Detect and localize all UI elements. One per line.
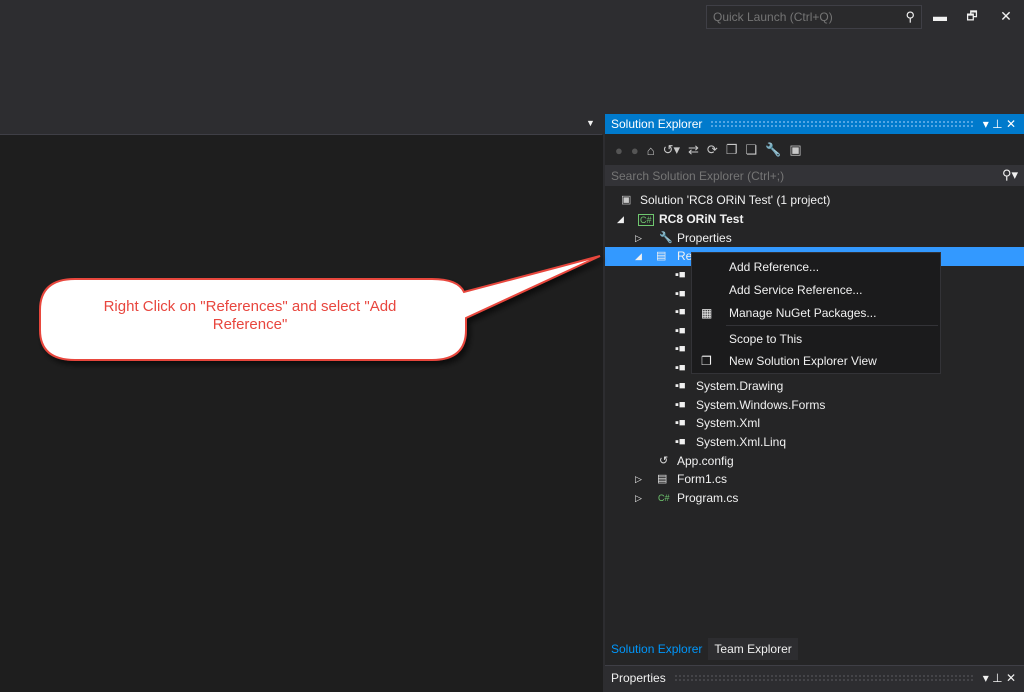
callout-bubble [39,255,601,361]
callout-text: Right Click on "References" and select "… [103,298,397,333]
